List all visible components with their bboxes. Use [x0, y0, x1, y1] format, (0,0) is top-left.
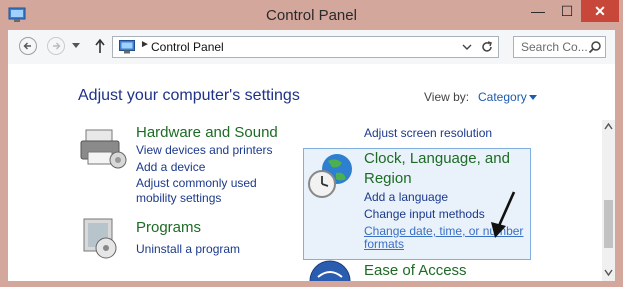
maximize-button[interactable]: ☐: [553, 0, 581, 22]
ease-of-access-icon: [309, 260, 351, 281]
link-adjust-screen-resolution[interactable]: Adjust screen resolution: [364, 126, 492, 140]
programs-icon: [83, 218, 117, 259]
breadcrumb-separator-icon: ►: [140, 39, 150, 50]
back-arrow-icon: [23, 42, 31, 50]
page-heading: Adjust your computer's settings: [78, 87, 300, 104]
link-mobility-settings[interactable]: mobility settings: [136, 191, 221, 205]
chevron-down-icon[interactable]: [462, 43, 472, 51]
close-button[interactable]: ✕: [581, 0, 619, 22]
address-bar[interactable]: ► Control Panel: [112, 36, 499, 58]
link-formats[interactable]: formats: [364, 237, 404, 251]
forward-arrow-icon: [53, 42, 61, 50]
printer-icon: [80, 129, 127, 169]
view-by-dropdown[interactable]: Category: [478, 90, 527, 104]
clock-globe-icon: [308, 154, 352, 198]
category-ease-of-access[interactable]: Ease of Access: [364, 262, 467, 279]
link-adjust-commonly-used[interactable]: Adjust commonly used: [136, 176, 257, 190]
view-by-label: View by:: [424, 90, 470, 104]
category-hardware-and-sound[interactable]: Hardware and Sound: [136, 124, 278, 141]
category-clock-language-and-region[interactable]: Clock, Language, and Region: [364, 149, 524, 189]
minimize-button[interactable]: —: [524, 0, 552, 22]
caret-down-icon[interactable]: [529, 95, 537, 100]
search-box[interactable]: Search Co...: [513, 36, 606, 58]
scrollbar-thumb[interactable]: [604, 200, 613, 248]
control-panel-icon: [119, 40, 135, 54]
scroll-down-icon[interactable]: [604, 269, 613, 276]
scroll-up-icon[interactable]: [604, 123, 613, 130]
title-bar[interactable]: Control Panel — ☐ ✕: [0, 0, 623, 30]
breadcrumb-control-panel[interactable]: Control Panel: [151, 40, 224, 54]
up-arrow-icon[interactable]: [94, 38, 106, 54]
refresh-icon[interactable]: [479, 39, 495, 55]
annotation-arrow-icon: [491, 191, 516, 238]
forward-button[interactable]: [47, 37, 65, 55]
link-add-a-device[interactable]: Add a device: [136, 160, 205, 174]
search-icon[interactable]: [588, 40, 602, 54]
navigation-bar: ► Control Panel Search Co...: [8, 30, 615, 64]
search-input[interactable]: Search Co...: [521, 40, 588, 54]
control-panel-window: Control Panel — ☐ ✕ ► Control Panel Sear…: [0, 0, 623, 287]
recent-locations-dropdown-icon[interactable]: [71, 39, 81, 51]
window-content: ► Control Panel Search Co... Adjust your…: [8, 30, 615, 281]
back-button[interactable]: [19, 37, 37, 55]
link-add-a-language[interactable]: Add a language: [364, 190, 448, 204]
category-programs[interactable]: Programs: [136, 219, 201, 236]
link-view-devices-and-printers[interactable]: View devices and printers: [136, 143, 273, 157]
vertical-scrollbar[interactable]: [602, 120, 615, 281]
link-uninstall-a-program[interactable]: Uninstall a program: [136, 242, 240, 256]
link-change-input-methods[interactable]: Change input methods: [364, 207, 485, 221]
